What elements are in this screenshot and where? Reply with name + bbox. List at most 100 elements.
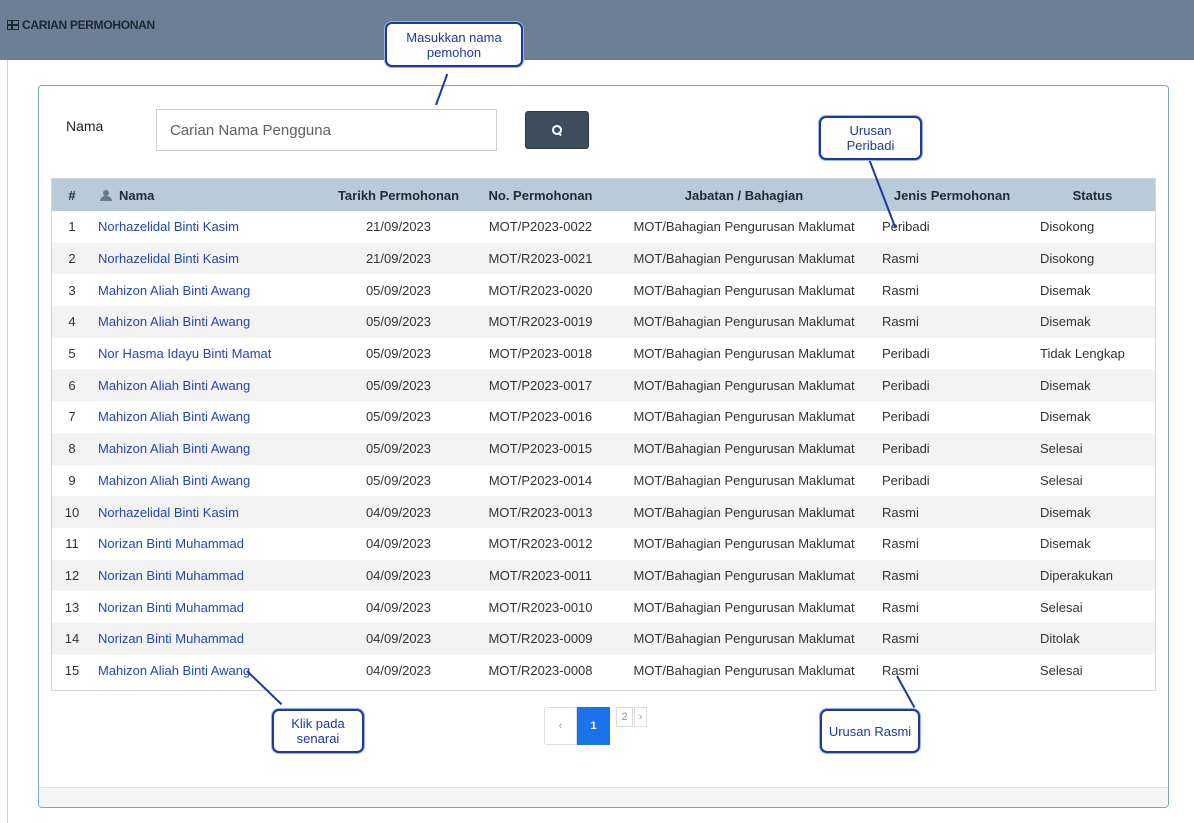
row-number: 1 (68, 219, 76, 235)
row-tarikh: 04/09/2023 (365, 536, 432, 552)
row-jabatan: MOT/Bahagian Pengurusan Maklumat (633, 282, 855, 298)
row-tarikh: 21/09/2023 (365, 251, 432, 267)
row-tarikh: 21/09/2023 (365, 219, 432, 235)
row-status: Tidak Lengkap (1040, 346, 1125, 362)
row-jenis: Rasmi (882, 631, 919, 647)
table-row[interactable]: 14 Norizan Binti Muhammad 04/09/2023 MOT/R2… (52, 622, 1155, 655)
row-number: 7 (68, 409, 76, 425)
row-jabatan: MOT/Bahagian Pengurusan Maklumat (633, 251, 855, 267)
table-row[interactable]: 10 Norhazelidal Binti Kasim 04/09/2023 MOT/… (52, 496, 1155, 528)
row-status: Disemak (1040, 377, 1091, 393)
row-number: 9 (68, 472, 76, 488)
row-status: Diperakukan (1040, 567, 1113, 583)
col-header-nama[interactable]: Nama (92, 179, 330, 211)
row-nama-link[interactable]: Norizan Binti Muhammad (92, 560, 330, 592)
pagination-next-button[interactable]: › (634, 707, 647, 727)
col-header-number[interactable]: # (52, 179, 92, 211)
table-header-row: # Nama Tarikh Permohonan No. Permohonan … (52, 179, 1155, 211)
row-no-permohonan: MOT/R2023-0009 (488, 631, 593, 647)
page-title-text: CARIAN PERMOHONAN (22, 18, 155, 32)
row-no-permohonan: MOT/R2023-0019 (488, 314, 593, 330)
table-row[interactable]: 9 Mahizon Aliah Binti Awang 05/09/2023 MOT/… (52, 465, 1155, 497)
row-status: Disokong (1040, 219, 1095, 235)
row-nama-link[interactable]: Mahizon Aliah Binti Awang (92, 655, 330, 687)
row-status: Selesai (1040, 472, 1083, 488)
row-jabatan: MOT/Bahagian Pengurusan Maklumat (633, 536, 855, 552)
row-no-permohonan: MOT/R2023-0012 (488, 536, 593, 552)
table-row[interactable]: 11 Norizan Binti Muhammad 04/09/2023 MOT/R2… (52, 528, 1155, 560)
pagination-page-1[interactable]: 1 (577, 707, 610, 745)
callout-search: Masukkan nama pemohon (385, 22, 523, 67)
table-row[interactable]: 12 Norizan Binti Muhammad 04/09/2023 MOT/R2… (52, 559, 1155, 592)
table-row[interactable]: 2 Norhazelidal Binti Kasim 21/09/2023 MOT/R… (52, 242, 1155, 275)
pagination-page-2[interactable]: 2 (616, 707, 633, 727)
row-number: 12 (64, 567, 80, 583)
row-status: Disemak (1040, 282, 1091, 298)
table-row[interactable]: 15 Mahizon Aliah Binti Awang 04/09/2023 MOT… (52, 655, 1155, 687)
row-no-permohonan: MOT/R2023-0013 (488, 504, 593, 520)
row-tarikh: 04/09/2023 (365, 504, 432, 520)
row-number: 13 (64, 599, 80, 615)
row-jenis: Rasmi (882, 504, 919, 520)
row-number: 10 (64, 504, 80, 520)
row-nama-link[interactable]: Norizan Binti Muhammad (92, 623, 330, 655)
row-nama-link[interactable]: Norhazelidal Binti Kasim (92, 211, 330, 243)
col-header-nama-label: Nama (119, 187, 155, 203)
table-row[interactable]: 3 Mahizon Aliah Binti Awang 05/09/2023 MOT/… (52, 274, 1155, 306)
row-jenis: Rasmi (882, 567, 919, 583)
row-status: Disemak (1040, 409, 1091, 425)
row-tarikh: 04/09/2023 (365, 662, 432, 678)
col-header-tarikh[interactable]: Tarikh Permohonan (330, 179, 467, 211)
row-jabatan: MOT/Bahagian Pengurusan Maklumat (633, 346, 855, 362)
table-row[interactable]: 1 Norhazelidal Binti Kasim 21/09/2023 MOT/P… (52, 211, 1155, 243)
row-nama-link[interactable]: Norhazelidal Binti Kasim (92, 496, 330, 528)
row-status: Selesai (1040, 662, 1083, 678)
row-jenis: Peribadi (882, 377, 930, 393)
left-divider (7, 60, 8, 823)
row-status: Selesai (1040, 599, 1083, 615)
table-row[interactable]: 4 Mahizon Aliah Binti Awang 05/09/2023 MOT/… (52, 306, 1155, 338)
row-number: 3 (68, 282, 76, 298)
row-no-permohonan: MOT/P2023-0018 (488, 346, 593, 362)
search-button[interactable] (525, 111, 589, 149)
user-icon (100, 189, 112, 201)
row-nama-link[interactable]: Mahizon Aliah Binti Awang (92, 306, 330, 338)
callout-peribadi: Urusan Peribadi (819, 116, 922, 160)
row-nama-link[interactable]: Norizan Binti Muhammad (92, 591, 330, 623)
row-number: 11 (65, 536, 79, 552)
row-status: Ditolak (1040, 631, 1080, 647)
row-nama-link[interactable]: Mahizon Aliah Binti Awang (92, 465, 330, 497)
table-row[interactable]: 5 Nor Hasma Idayu Binti Mamat 05/09/2023 MO… (52, 338, 1155, 370)
col-header-no[interactable]: No. Permohonan (467, 179, 614, 211)
nama-label: Nama (66, 118, 104, 134)
row-jenis: Peribadi (882, 219, 930, 235)
table-row[interactable]: 7 Mahizon Aliah Binti Awang 05/09/2023 MOT/… (52, 401, 1155, 433)
table-row[interactable]: 6 Mahizon Aliah Binti Awang 05/09/2023 MOT/… (52, 369, 1155, 402)
row-number: 4 (68, 314, 76, 330)
row-nama-link[interactable]: Mahizon Aliah Binti Awang (92, 401, 330, 433)
row-status: Disemak (1040, 536, 1091, 552)
col-header-jabatan[interactable]: Jabatan / Bahagian (614, 179, 874, 211)
row-jabatan: MOT/Bahagian Pengurusan Maklumat (633, 377, 855, 393)
col-header-jenis[interactable]: Jenis Permohonan (874, 179, 1030, 211)
row-nama-link[interactable]: Norhazelidal Binti Kasim (92, 243, 330, 275)
row-jabatan: MOT/Bahagian Pengurusan Maklumat (633, 599, 855, 615)
row-nama-link[interactable]: Mahizon Aliah Binti Awang (92, 274, 330, 306)
row-nama-link[interactable]: Mahizon Aliah Binti Awang (92, 433, 330, 465)
table-row[interactable]: 13 Norizan Binti Muhammad 04/09/2023 MOT/R2… (52, 591, 1155, 623)
row-nama-link[interactable]: Norizan Binti Muhammad (92, 528, 330, 560)
table-icon (7, 20, 19, 30)
table-row[interactable]: 8 Mahizon Aliah Binti Awang 05/09/2023 MOT/… (52, 432, 1155, 465)
row-number: 2 (68, 251, 76, 267)
row-nama-link[interactable]: Nor Hasma Idayu Binti Mamat (92, 338, 330, 370)
search-input[interactable] (156, 109, 497, 151)
pagination-prev-button[interactable]: ‹ (544, 707, 577, 745)
row-nama-link[interactable]: Mahizon Aliah Binti Awang (92, 369, 330, 401)
row-no-permohonan: MOT/P2023-0014 (488, 472, 593, 488)
card-footer (39, 787, 1168, 807)
row-jenis: Rasmi (882, 662, 919, 678)
col-header-status[interactable]: Status (1030, 179, 1155, 211)
row-jabatan: MOT/Bahagian Pengurusan Maklumat (633, 409, 855, 425)
row-jenis: Rasmi (882, 314, 919, 330)
row-tarikh: 05/09/2023 (365, 472, 432, 488)
